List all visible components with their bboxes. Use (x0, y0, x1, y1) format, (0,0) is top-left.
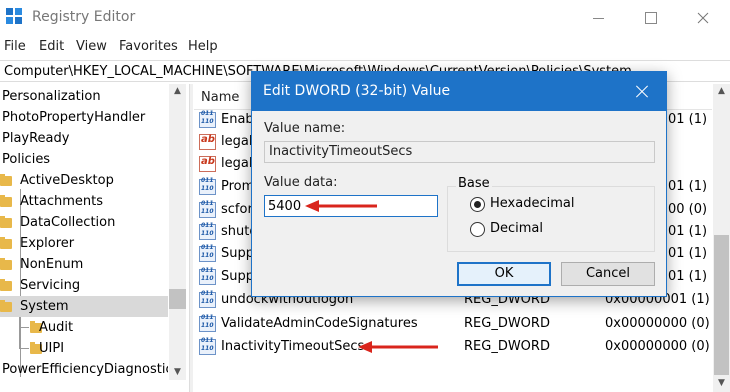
column-name-header[interactable]: Name (201, 90, 239, 105)
close-button[interactable] (680, 4, 726, 32)
tree-item-audit[interactable]: Audit (0, 317, 168, 338)
value-data-label: Value data: (264, 175, 338, 190)
cancel-button[interactable]: Cancel (561, 262, 655, 286)
scroll-down-icon[interactable]: ▼ (713, 378, 730, 388)
minimize-button[interactable] (576, 4, 622, 32)
scroll-up-icon[interactable]: ▲ (169, 86, 186, 96)
folder-icon (0, 195, 12, 207)
hexadecimal-radio[interactable] (470, 197, 485, 212)
reg-dword-icon (199, 290, 216, 308)
reg-dword-icon (199, 110, 216, 128)
reg-dword-icon (199, 200, 216, 218)
reg-sz-icon (199, 152, 216, 172)
reg-dword-icon (199, 314, 216, 332)
window-title: Registry Editor (32, 9, 136, 25)
menu-bar: File Edit View Favorites Help (0, 36, 730, 58)
annotation-arrow (305, 200, 377, 212)
reg-dword-icon (199, 244, 216, 262)
tree-item-uipi[interactable]: UIPI (0, 338, 168, 359)
base-label: Base (456, 176, 492, 191)
tree-item-datacollection[interactable]: DataCollection (0, 212, 168, 233)
folder-icon (0, 279, 12, 291)
close-icon (697, 12, 709, 24)
list-scroll-thumb[interactable] (714, 235, 729, 375)
decimal-radio[interactable] (470, 222, 485, 237)
reg-dword-icon (199, 337, 216, 355)
menu-view[interactable]: View (76, 39, 107, 54)
scroll-down-icon[interactable]: ▼ (169, 367, 186, 377)
folder-open-icon (0, 300, 12, 312)
tree-scrollbar[interactable]: ▲ ▼ (169, 84, 186, 380)
folder-icon (0, 216, 12, 228)
folder-icon (0, 237, 12, 249)
tree-item-powerefficiencydiagnostics[interactable]: PowerEfficiencyDiagnostics (0, 359, 168, 380)
tree-item-attachments[interactable]: Attachments (0, 191, 168, 212)
tree-item-personalization[interactable]: Personalization (0, 86, 168, 107)
scroll-up-icon[interactable]: ▲ (713, 86, 730, 96)
maximize-button[interactable] (628, 4, 674, 32)
value-name-field: InactivityTimeoutSecs (264, 141, 655, 163)
tree-scroll-thumb[interactable] (169, 289, 186, 309)
menu-help[interactable]: Help (188, 39, 218, 54)
pane-splitter[interactable] (189, 84, 193, 392)
list-item-inactivitytimeoutsecs[interactable]: InactivityTimeoutSecs REG_DWORD 0x000000… (194, 336, 712, 358)
hexadecimal-label[interactable]: Hexadecimal (490, 196, 574, 211)
tree-item-servicing[interactable]: Servicing (0, 275, 168, 296)
list-item[interactable]: ValidateAdminCodeSignatures REG_DWORD 0x… (194, 313, 712, 335)
tree-item-activedesktop[interactable]: ActiveDesktop (0, 170, 168, 191)
folder-icon (0, 174, 12, 186)
tree-item-nonenum[interactable]: NonEnum (0, 254, 168, 275)
folder-icon (0, 258, 12, 270)
menu-edit[interactable]: Edit (39, 39, 64, 54)
menu-favorites[interactable]: Favorites (119, 39, 178, 54)
edit-dword-dialog: Edit DWORD (32-bit) Value Value name: In… (251, 71, 667, 297)
key-tree: Personalization PhotoPropertyHandler Pla… (0, 84, 188, 392)
reg-dword-icon (199, 222, 216, 240)
tree-item-photopropertyhandler[interactable]: PhotoPropertyHandler (0, 107, 168, 128)
tree-item-playready[interactable]: PlayReady (0, 128, 168, 149)
reg-dword-icon (199, 267, 216, 285)
list-scrollbar[interactable]: ▲ ▼ (713, 84, 730, 392)
ok-button[interactable]: OK (457, 262, 551, 286)
tree-item-system[interactable]: System (0, 296, 168, 317)
reg-sz-icon (199, 130, 216, 150)
reg-dword-icon (199, 177, 216, 195)
dialog-close-button[interactable] (627, 78, 657, 104)
value-name-label: Value name: (264, 121, 346, 136)
decimal-label[interactable]: Decimal (490, 221, 543, 236)
tree-item-policies[interactable]: Policies (0, 149, 168, 170)
dialog-title: Edit DWORD (32-bit) Value (263, 83, 451, 99)
registry-editor-icon (6, 8, 23, 25)
title-bar: Registry Editor (0, 0, 730, 36)
menu-file[interactable]: File (4, 39, 26, 54)
annotation-arrow (358, 341, 438, 353)
dialog-title-bar: Edit DWORD (32-bit) Value (252, 72, 666, 111)
tree-item-explorer[interactable]: Explorer (0, 233, 168, 254)
